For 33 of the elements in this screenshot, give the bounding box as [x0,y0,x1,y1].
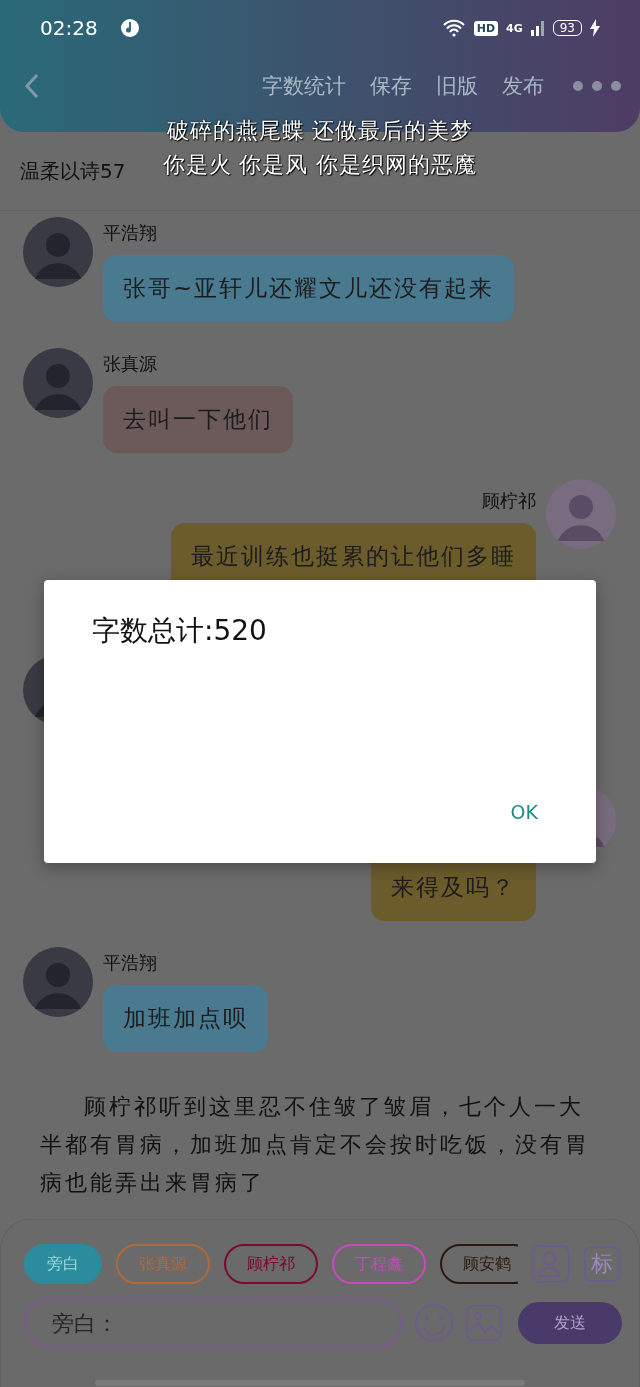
message-bubble: 加班加点呗 [103,985,268,1052]
caption-text: 破碎的燕尾蝶 还做最后的美梦 [166,117,474,145]
hd-badge: HD [473,20,499,36]
charging-icon [590,19,600,37]
toolbar-button[interactable]: 保存 [370,72,412,100]
sender-name: 顾柠祁 [482,489,536,513]
smiley-icon[interactable] [414,1303,454,1343]
role-chip[interactable]: 顾柠祁 [224,1244,318,1284]
battery-level: 93 [552,20,582,36]
toolbar-button[interactable]: 字数统计 [262,72,346,100]
message-bubble: 张哥~亚轩儿还耀文儿还没有起来 [103,255,515,322]
network-label: 4G [506,21,523,35]
sender-name: 平浩翔 [103,221,158,245]
send-button[interactable]: 发送 [518,1302,622,1344]
back-icon[interactable] [24,73,40,99]
sender-name: 平浩翔 [103,951,158,975]
story-title: 温柔以诗57 [20,157,126,185]
message-bubble: 去叫一下他们 [103,386,293,453]
toolbar-button[interactable]: 旧版 [436,72,478,100]
role-chip[interactable]: 旁白 [24,1244,102,1284]
caption-text: 你是火 你是风 你是织网的恶魔 [162,151,478,179]
music-note-icon [119,18,140,38]
toolbar-button[interactable]: 发布 [502,72,544,100]
sender-name: 张真源 [103,352,158,376]
narration-text: 顾柠祁听到这里忍不住皱了皱眉，七个人一大半都有胃病，加班加点肯定不会按时吃饭，没有胃病也能弄出来胃病了 [39,1093,591,1197]
wifi-icon [441,19,466,37]
message-input[interactable]: 旁白： [24,1298,402,1348]
status-time: 02:28 [40,16,98,40]
role-chip[interactable]: 顾安鹤 [440,1244,518,1284]
signal-icon [530,20,545,36]
more-icon[interactable] [572,80,622,92]
person-icon[interactable] [532,1245,570,1283]
image-icon[interactable] [466,1305,502,1341]
